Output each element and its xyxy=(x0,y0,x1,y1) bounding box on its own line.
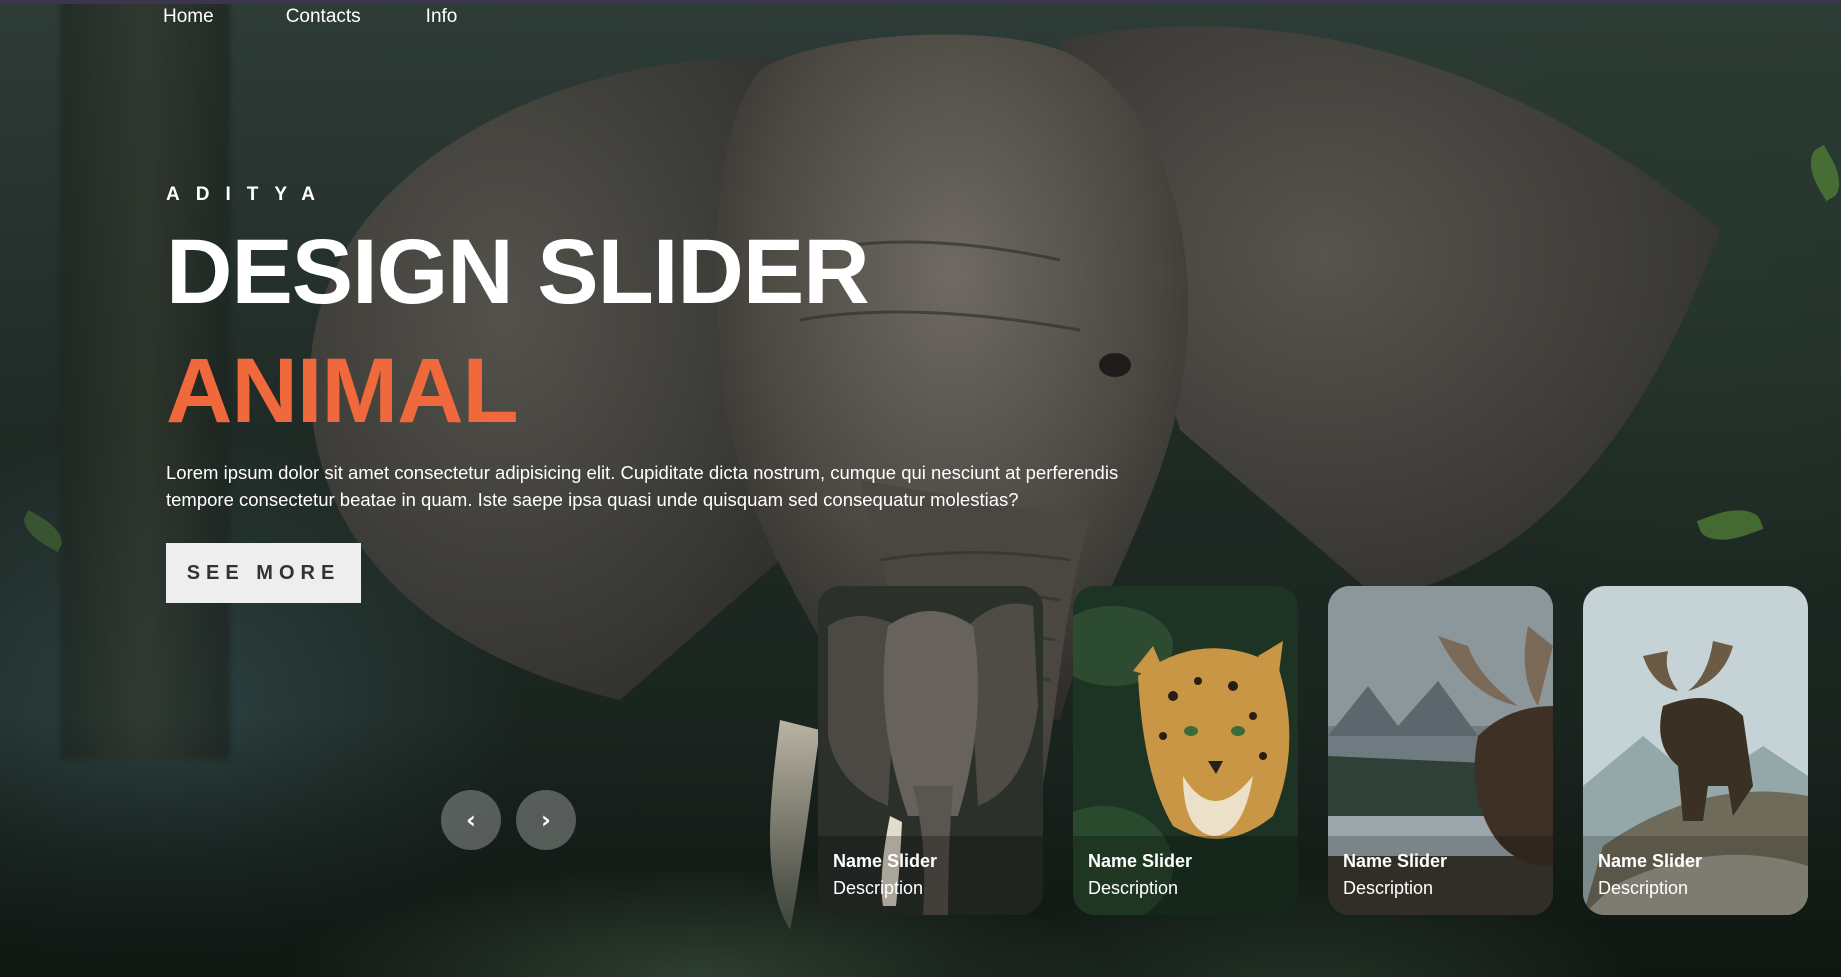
nav-home[interactable]: Home xyxy=(163,6,214,28)
see-more-button[interactable]: SEE MORE xyxy=(166,543,361,603)
chevron-right-icon[interactable]: › xyxy=(516,790,576,850)
thumbnail-moose-lake[interactable]: Name Slider Description xyxy=(1328,586,1553,915)
thumbnail-elephant[interactable]: Name Slider Description xyxy=(818,586,1043,915)
hero-topic: ANIMAL xyxy=(166,340,519,442)
top-border xyxy=(0,0,1841,4)
thumbnail-moose-hill[interactable]: Name Slider Description xyxy=(1583,586,1808,915)
author-label: ADITYA xyxy=(166,184,331,205)
nav-contacts[interactable]: Contacts xyxy=(286,6,361,28)
chevron-left-icon[interactable]: ‹ xyxy=(441,790,501,850)
thumbnail-leopard[interactable]: Name Slider Description xyxy=(1073,586,1298,915)
hero-content: ADITYA DESIGN SLIDER ANIMAL Lorem ipsum … xyxy=(166,184,1166,603)
thumbnail-name: Name Slider xyxy=(1088,851,1193,871)
thumbnail-description: Description xyxy=(833,878,924,898)
thumbnail-list: Name Slider Description Name Slider Desc… xyxy=(818,586,1808,915)
main-nav: Home Contacts Info xyxy=(163,6,529,28)
thumbnail-description: Description xyxy=(1088,878,1179,898)
hero-title: DESIGN SLIDER xyxy=(166,221,870,323)
thumbnail-description: Description xyxy=(1343,878,1434,898)
thumbnail-name: Name Slider xyxy=(1343,851,1448,871)
slider-arrows: ‹ › xyxy=(441,790,576,850)
thumbnail-description: Description xyxy=(1598,878,1689,898)
thumbnail-name: Name Slider xyxy=(833,851,938,871)
hero-description: Lorem ipsum dolor sit amet consectetur a… xyxy=(166,462,1119,510)
thumbnail-name: Name Slider xyxy=(1598,851,1703,871)
nav-info[interactable]: Info xyxy=(426,6,458,28)
